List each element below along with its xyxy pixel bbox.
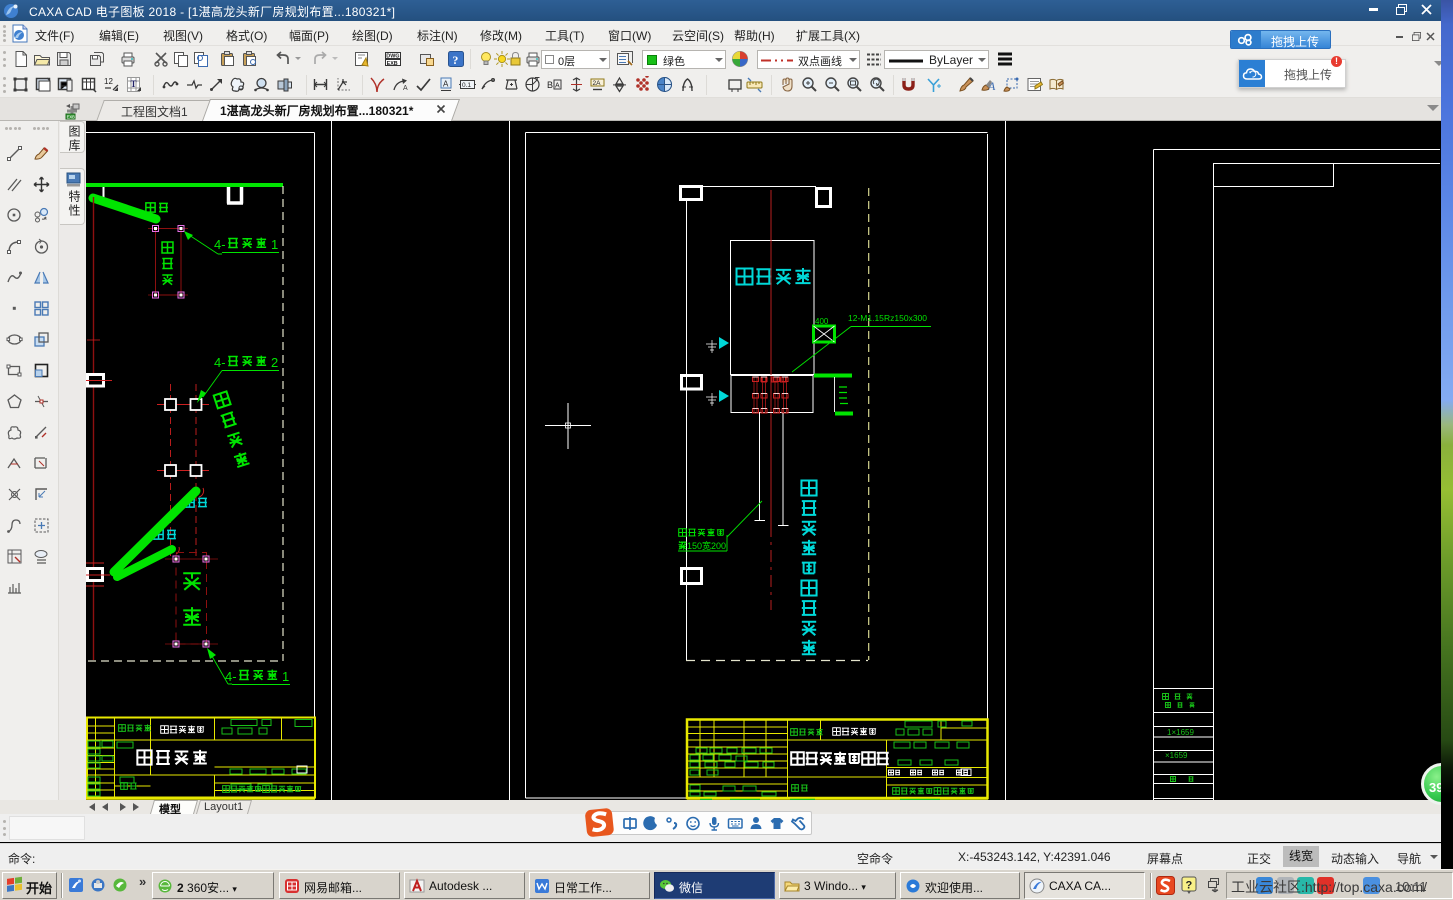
svg-text:×1659: ×1659 (1165, 751, 1188, 760)
svg-text:12: 12 (104, 77, 113, 86)
svg-text:4-: 4- (225, 669, 237, 684)
svg-text:B: B (547, 80, 553, 90)
svg-text:1: 1 (282, 669, 289, 684)
svg-text:2: 2 (271, 355, 278, 370)
svg-text:A: A (403, 85, 408, 92)
svg-text:1: 1 (271, 237, 278, 252)
svg-text:A: A (555, 83, 560, 90)
svg-text:A: A (443, 80, 449, 89)
svg-text:?: ? (1186, 880, 1193, 892)
svg-text:T: T (131, 79, 137, 89)
svg-text:12-M1.15: 12-M1.15 (848, 313, 884, 323)
svg-text:Rz150x300: Rz150x300 (884, 313, 927, 323)
svg-text:2A: 2A (593, 80, 602, 87)
svg-text:DWG: DWG (386, 54, 399, 60)
svg-text:EXB: EXB (67, 114, 76, 119)
svg-text:400: 400 (815, 317, 829, 326)
svg-text:4-: 4- (214, 355, 226, 370)
svg-text:4-: 4- (214, 237, 226, 252)
svg-text:0.1: 0.1 (462, 82, 471, 89)
svg-text:1×1659: 1×1659 (1167, 728, 1194, 737)
svg-text:?: ? (452, 53, 458, 67)
svg-text:EXB: EXB (387, 61, 398, 67)
